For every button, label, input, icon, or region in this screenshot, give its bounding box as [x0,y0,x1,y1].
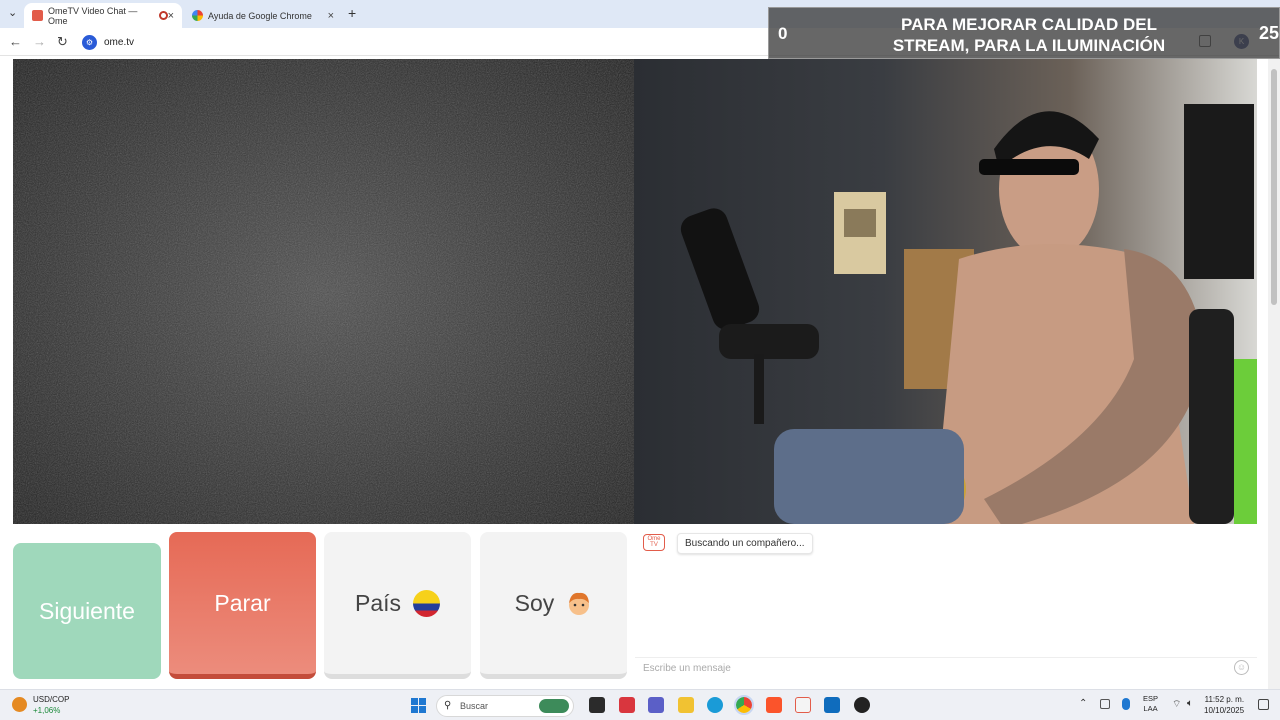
microphone [680,208,760,330]
ometv-favicon-icon [32,10,43,21]
edge-icon[interactable] [707,697,723,713]
search-highlight-icon [539,699,569,713]
tab-search-button[interactable]: ⌄ [8,6,17,19]
recording-icon [158,11,168,20]
windows-taskbar: USD/COP +1,06% ⚲ Buscar ⌃ ESP LAA ⌔ 🔈︎ 1… [0,689,1280,720]
market-icon [12,697,27,712]
tray-app-icon[interactable] [1100,699,1110,709]
close-tab-icon[interactable]: × [168,10,174,22]
input-language[interactable]: ESP LAA [1143,694,1158,714]
back-button[interactable]: ← [9,34,22,49]
sunglasses [979,159,1079,175]
taskbar-search[interactable]: ⚲ Buscar [436,695,574,717]
jeans [774,429,964,524]
network-icon[interactable]: ⌔ [1172,698,1181,711]
message-placeholder: Escribe un mensaje [643,663,731,674]
page-scrollbar[interactable] [1268,59,1280,689]
self-video [634,59,1257,524]
lang-line-2: LAA [1143,704,1158,713]
country-button[interactable]: País [324,532,471,679]
stop-button[interactable]: Parar [169,532,316,679]
search-label: Buscar [460,701,489,711]
store-icon[interactable] [824,697,840,713]
close-tab-icon[interactable]: × [328,10,334,22]
ometv-logo-icon: Ome TV [643,534,665,551]
next-label: Siguiente [39,597,135,624]
colombia-flag-icon [413,589,441,617]
lang-line-1: ESP [1143,694,1159,703]
file-explorer-icon[interactable] [678,697,694,713]
next-button[interactable]: Siguiente [13,543,161,679]
clock-time: 11:52 p. m. [1204,695,1245,704]
country-label: País [354,589,402,616]
teams-icon[interactable] [648,697,664,713]
tab-title: Ayuda de Google Chrome [208,10,312,21]
partner-video [13,59,634,524]
app-icon[interactable] [619,697,635,713]
start-icon[interactable] [411,698,426,713]
volume-icon[interactable]: 🔈︎ [1187,698,1193,709]
mic-stand [754,354,764,424]
mic-shock-mount [719,324,819,359]
emoji-icon[interactable]: ☺ [1234,660,1249,675]
message-input[interactable]: Escribe un mensaje [635,657,1257,679]
google-favicon-icon [192,10,203,21]
market-widget[interactable]: USD/COP +1,06% [12,694,69,716]
tray-chevron-icon[interactable]: ⌃ [1079,698,1087,709]
chair [1189,309,1234,524]
url-text: ome.tv [104,37,135,48]
mic-tray-icon[interactable] [1122,698,1130,710]
market-label: USD/COP [33,695,70,704]
task-view-icon[interactable] [589,697,605,713]
clock-date: 10/10/2025 [1204,706,1245,715]
forward-button[interactable]: → [33,34,46,49]
address-bar[interactable]: ⚙ ome.tv [82,33,772,52]
wall-frame [1184,104,1254,279]
search-icon: ⚲ [444,700,452,711]
overlay-left-count: 0 [778,24,788,43]
new-tab-button[interactable]: + [348,5,356,21]
brave-icon[interactable] [766,697,782,713]
market-value: +1,06% [33,706,61,715]
tab-title: OmeTV Video Chat — Ome [48,5,138,26]
gender-label: Soy [514,589,555,616]
chat-status-message: Buscando un compañero... [677,533,813,554]
obs-icon[interactable] [854,697,870,713]
static-noise [13,59,634,524]
ometv-app-icon[interactable] [795,697,811,713]
stream-overlay: 0 PARA MEJORAR CALIDAD DEL STREAM, PARA … [768,7,1280,59]
tab-chrome-help[interactable]: Ayuda de Google Chrome × [184,3,342,28]
gender-button[interactable]: Soy [480,532,627,679]
reload-button[interactable]: ↻ [57,34,68,50]
overlay-message: PARA MEJORAR CALIDAD DEL STREAM, PARA LA… [892,15,1166,55]
poster-photo [844,209,876,237]
green-blanket [1234,359,1257,524]
notifications-icon[interactable] [1258,699,1269,710]
webcam-scene [680,104,1257,524]
stop-label: Parar [214,589,271,616]
tab-ometv[interactable]: OmeTV Video Chat — Ome × [24,3,182,28]
scroll-thumb[interactable] [1271,69,1277,305]
overlay-right-count: 25 [1258,23,1279,43]
boy-emoji-icon [569,592,590,615]
site-info-icon[interactable]: ⚙ [82,35,97,50]
chat-panel: Ome TV Buscando un compañero... Escribe … [635,526,1257,681]
system-clock[interactable]: 11:52 p. m. 10/10/2025 [1204,694,1244,716]
chrome-icon[interactable] [734,695,754,715]
